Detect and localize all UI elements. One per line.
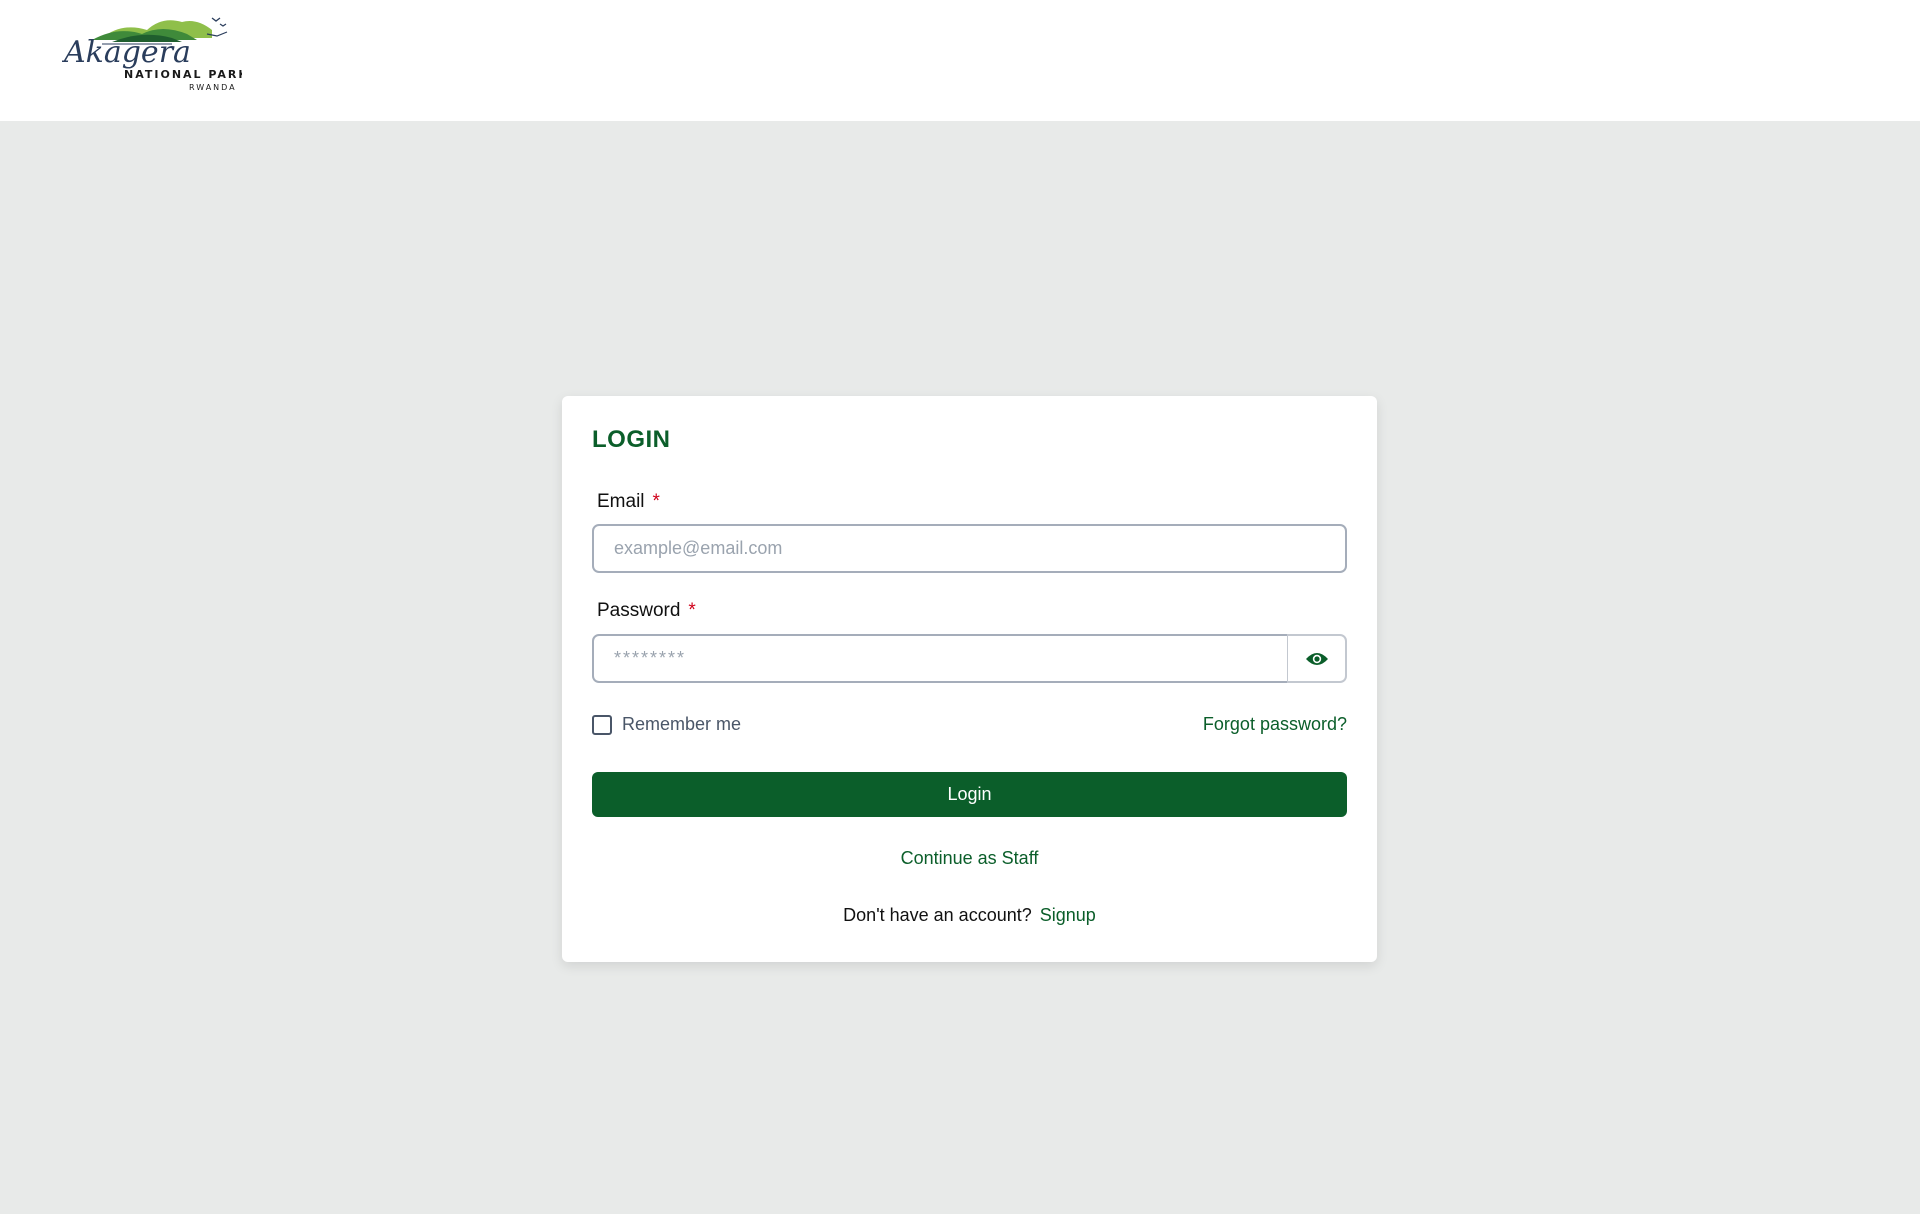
remember-me-option[interactable]: Remember me — [592, 714, 741, 735]
login-card: LOGIN Email * Password * Remember me Forgo… — [562, 396, 1377, 962]
email-label: Email * — [597, 491, 660, 513]
login-button[interactable]: Login — [592, 772, 1347, 817]
login-title: LOGIN — [592, 426, 671, 453]
password-required-marker: * — [688, 600, 696, 621]
akagera-logo[interactable]: Akagera NATIONAL PARK RWANDA — [62, 8, 242, 96]
forgot-password-link[interactable]: Forgot password? — [1203, 714, 1347, 735]
remember-me-checkbox[interactable] — [592, 714, 612, 735]
top-header: Akagera NATIONAL PARK RWANDA — [0, 0, 1920, 121]
email-label-text: Email — [597, 491, 645, 512]
password-input[interactable] — [592, 634, 1289, 683]
signup-prompt: Don't have an account? — [843, 905, 1032, 925]
email-input[interactable] — [592, 524, 1347, 573]
eye-icon — [1305, 652, 1328, 665]
logo-script-text: Akagera — [62, 35, 191, 70]
continue-as-staff-text[interactable]: Continue as Staff — [901, 848, 1039, 868]
remember-me-label: Remember me — [622, 714, 742, 734]
continue-as-staff-link[interactable]: Continue as Staff — [562, 848, 1377, 869]
toggle-password-visibility-button[interactable] — [1287, 634, 1347, 683]
logo-subtitle: NATIONAL PARK — [124, 68, 242, 81]
password-label-text: Password — [597, 600, 681, 621]
email-required-marker: * — [652, 491, 660, 512]
password-label: Password * — [597, 600, 696, 622]
akagera-logo-graphic: Akagera NATIONAL PARK RWANDA — [62, 17, 242, 92]
signup-row: Don't have an account? Signup — [562, 905, 1377, 926]
logo-country: RWANDA — [189, 83, 237, 92]
signup-link[interactable]: Signup — [1040, 905, 1096, 925]
